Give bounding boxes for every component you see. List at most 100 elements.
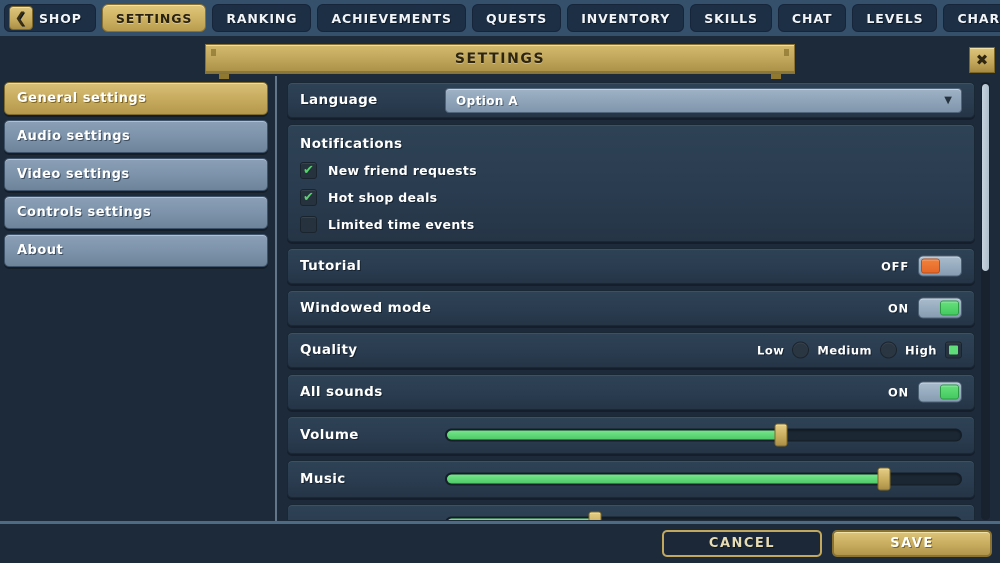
tab-label: CHARACTER (957, 10, 1000, 26)
content-scrollbar[interactable] (981, 82, 990, 520)
quality-option-high[interactable]: High (905, 341, 962, 359)
save-button[interactable]: SAVE (832, 530, 992, 557)
volume-label: Volume (300, 427, 359, 443)
sidebar-item-label: Controls settings (17, 205, 152, 220)
close-icon[interactable]: ✖ (969, 47, 995, 73)
notification-option-label: Limited time events (328, 217, 475, 232)
setting-row-windowed-mode: Windowed mode ON (287, 290, 975, 326)
tab-label: SKILLS (704, 10, 758, 26)
notification-option[interactable]: Limited time events (300, 216, 962, 233)
setting-row-partial (287, 504, 975, 520)
tutorial-toggle-wrap: OFF (881, 255, 962, 277)
tutorial-toggle[interactable] (918, 255, 962, 277)
sidebar-item-label: Audio settings (17, 129, 131, 144)
sidebar: General settings Audio settings Video sett… (0, 82, 272, 520)
volume-slider[interactable] (445, 423, 962, 447)
setting-group-notifications: Notifications ✔ New friend requests ✔ Hot s… (287, 124, 975, 242)
tab-ranking[interactable]: RANKING (212, 4, 312, 32)
tutorial-label: Tutorial (300, 258, 362, 274)
tab-label: RANKING (226, 10, 298, 26)
tab-label: SHOP (39, 10, 82, 26)
notification-option-label: Hot shop deals (328, 190, 438, 205)
quality-option-label: High (905, 343, 937, 357)
tab-quests[interactable]: QUESTS (471, 4, 562, 32)
notification-option[interactable]: ✔ Hot shop deals (300, 189, 962, 206)
language-selected-value: Option A (456, 93, 519, 108)
quality-option-low[interactable]: Low (757, 341, 810, 359)
top-tab-bar: ❮ SHOP SETTINGS RANKING ACHIEVEMENTS QUESTS IN… (0, 0, 1000, 36)
checkbox-unchecked-icon[interactable] (300, 216, 317, 233)
tab-chat[interactable]: CHAT (777, 4, 847, 32)
setting-row-language: Language Option A ▼ (287, 82, 975, 118)
sidebar-item-label: About (17, 243, 64, 258)
slider-handle[interactable] (877, 467, 891, 491)
notification-option[interactable]: ✔ New friend requests (300, 162, 962, 179)
setting-row-volume: Volume (287, 416, 975, 454)
toggle-knob (940, 384, 959, 400)
quality-options: Low Medium High (757, 341, 962, 359)
quality-option-label: Low (757, 343, 785, 357)
setting-row-all-sounds: All sounds ON (287, 374, 975, 410)
setting-row-quality: Quality Low Medium High (287, 332, 975, 368)
cancel-button[interactable]: CANCEL (662, 530, 822, 557)
notification-option-label: New friend requests (328, 163, 477, 178)
window-title-banner: SETTINGS (205, 44, 795, 79)
setting-row-music: Music (287, 460, 975, 498)
footer-bar: CANCEL SAVE (0, 524, 1000, 563)
setting-row-tutorial: Tutorial OFF (287, 248, 975, 284)
checkbox-checked-icon[interactable]: ✔ (300, 162, 317, 179)
tab-label: LEVELS (866, 10, 924, 26)
all-sounds-state-text: ON (887, 385, 909, 399)
prev-tabs-arrow-icon[interactable]: ❮ (9, 6, 33, 30)
slider-handle[interactable] (588, 511, 602, 520)
sidebar-item-video-settings[interactable]: Video settings (4, 158, 268, 191)
toggle-knob (940, 300, 959, 316)
slider-fill (447, 474, 883, 484)
language-select[interactable]: Option A ▼ (445, 88, 962, 113)
all-sounds-toggle[interactable] (918, 381, 962, 403)
all-sounds-label: All sounds (300, 384, 383, 400)
tab-skills[interactable]: SKILLS (690, 4, 772, 32)
language-label: Language (300, 92, 378, 108)
quality-option-label: Medium (817, 343, 872, 357)
settings-content: Language Option A ▼ Notifications ✔ New f… (287, 82, 975, 520)
music-slider[interactable] (445, 467, 962, 491)
quality-label: Quality (300, 342, 358, 358)
tab-label: QUESTS (485, 10, 548, 26)
music-label: Music (300, 471, 346, 487)
radio-unselected-icon[interactable] (792, 341, 810, 359)
tab-shop[interactable]: ❮ SHOP (4, 4, 96, 32)
tab-label: INVENTORY (581, 10, 671, 26)
sidebar-item-label: Video settings (17, 167, 130, 182)
partial-slider[interactable] (445, 511, 962, 520)
tutorial-state-text: OFF (881, 259, 909, 273)
page-title: SETTINGS (454, 51, 546, 67)
tab-achievements[interactable]: ACHIEVEMENTS (317, 4, 466, 32)
radio-selected-icon[interactable] (945, 341, 962, 359)
windowed-mode-label: Windowed mode (300, 300, 432, 316)
radio-unselected-icon[interactable] (880, 341, 897, 359)
tab-character[interactable]: ❯CHARACTER (943, 4, 1000, 32)
tab-settings[interactable]: SETTINGS (101, 4, 207, 32)
quality-option-medium[interactable]: Medium (817, 341, 897, 359)
tab-inventory[interactable]: INVENTORY (567, 4, 685, 32)
tab-label: CHAT (791, 10, 833, 26)
windowed-mode-toggle-wrap: ON (887, 297, 962, 319)
windowed-mode-state-text: ON (887, 301, 909, 315)
title-foot-right (771, 74, 781, 79)
chevron-down-icon: ▼ (944, 94, 952, 106)
sidebar-item-about[interactable]: About (4, 234, 268, 267)
sidebar-item-controls-settings[interactable]: Controls settings (4, 196, 268, 229)
sidebar-item-label: General settings (17, 91, 147, 106)
sidebar-item-audio-settings[interactable]: Audio settings (4, 120, 268, 153)
sidebar-item-general-settings[interactable]: General settings (4, 82, 268, 115)
slider-fill (447, 518, 595, 520)
tab-levels[interactable]: LEVELS (852, 4, 938, 32)
scrollbar-thumb[interactable] (982, 84, 989, 271)
notifications-title: Notifications (300, 136, 403, 152)
windowed-mode-toggle[interactable] (918, 297, 962, 319)
checkbox-checked-icon[interactable]: ✔ (300, 189, 317, 206)
toggle-knob (921, 258, 940, 274)
slider-handle[interactable] (774, 423, 788, 447)
notifications-list: ✔ New friend requests ✔ Hot shop deals Limit… (300, 162, 962, 233)
